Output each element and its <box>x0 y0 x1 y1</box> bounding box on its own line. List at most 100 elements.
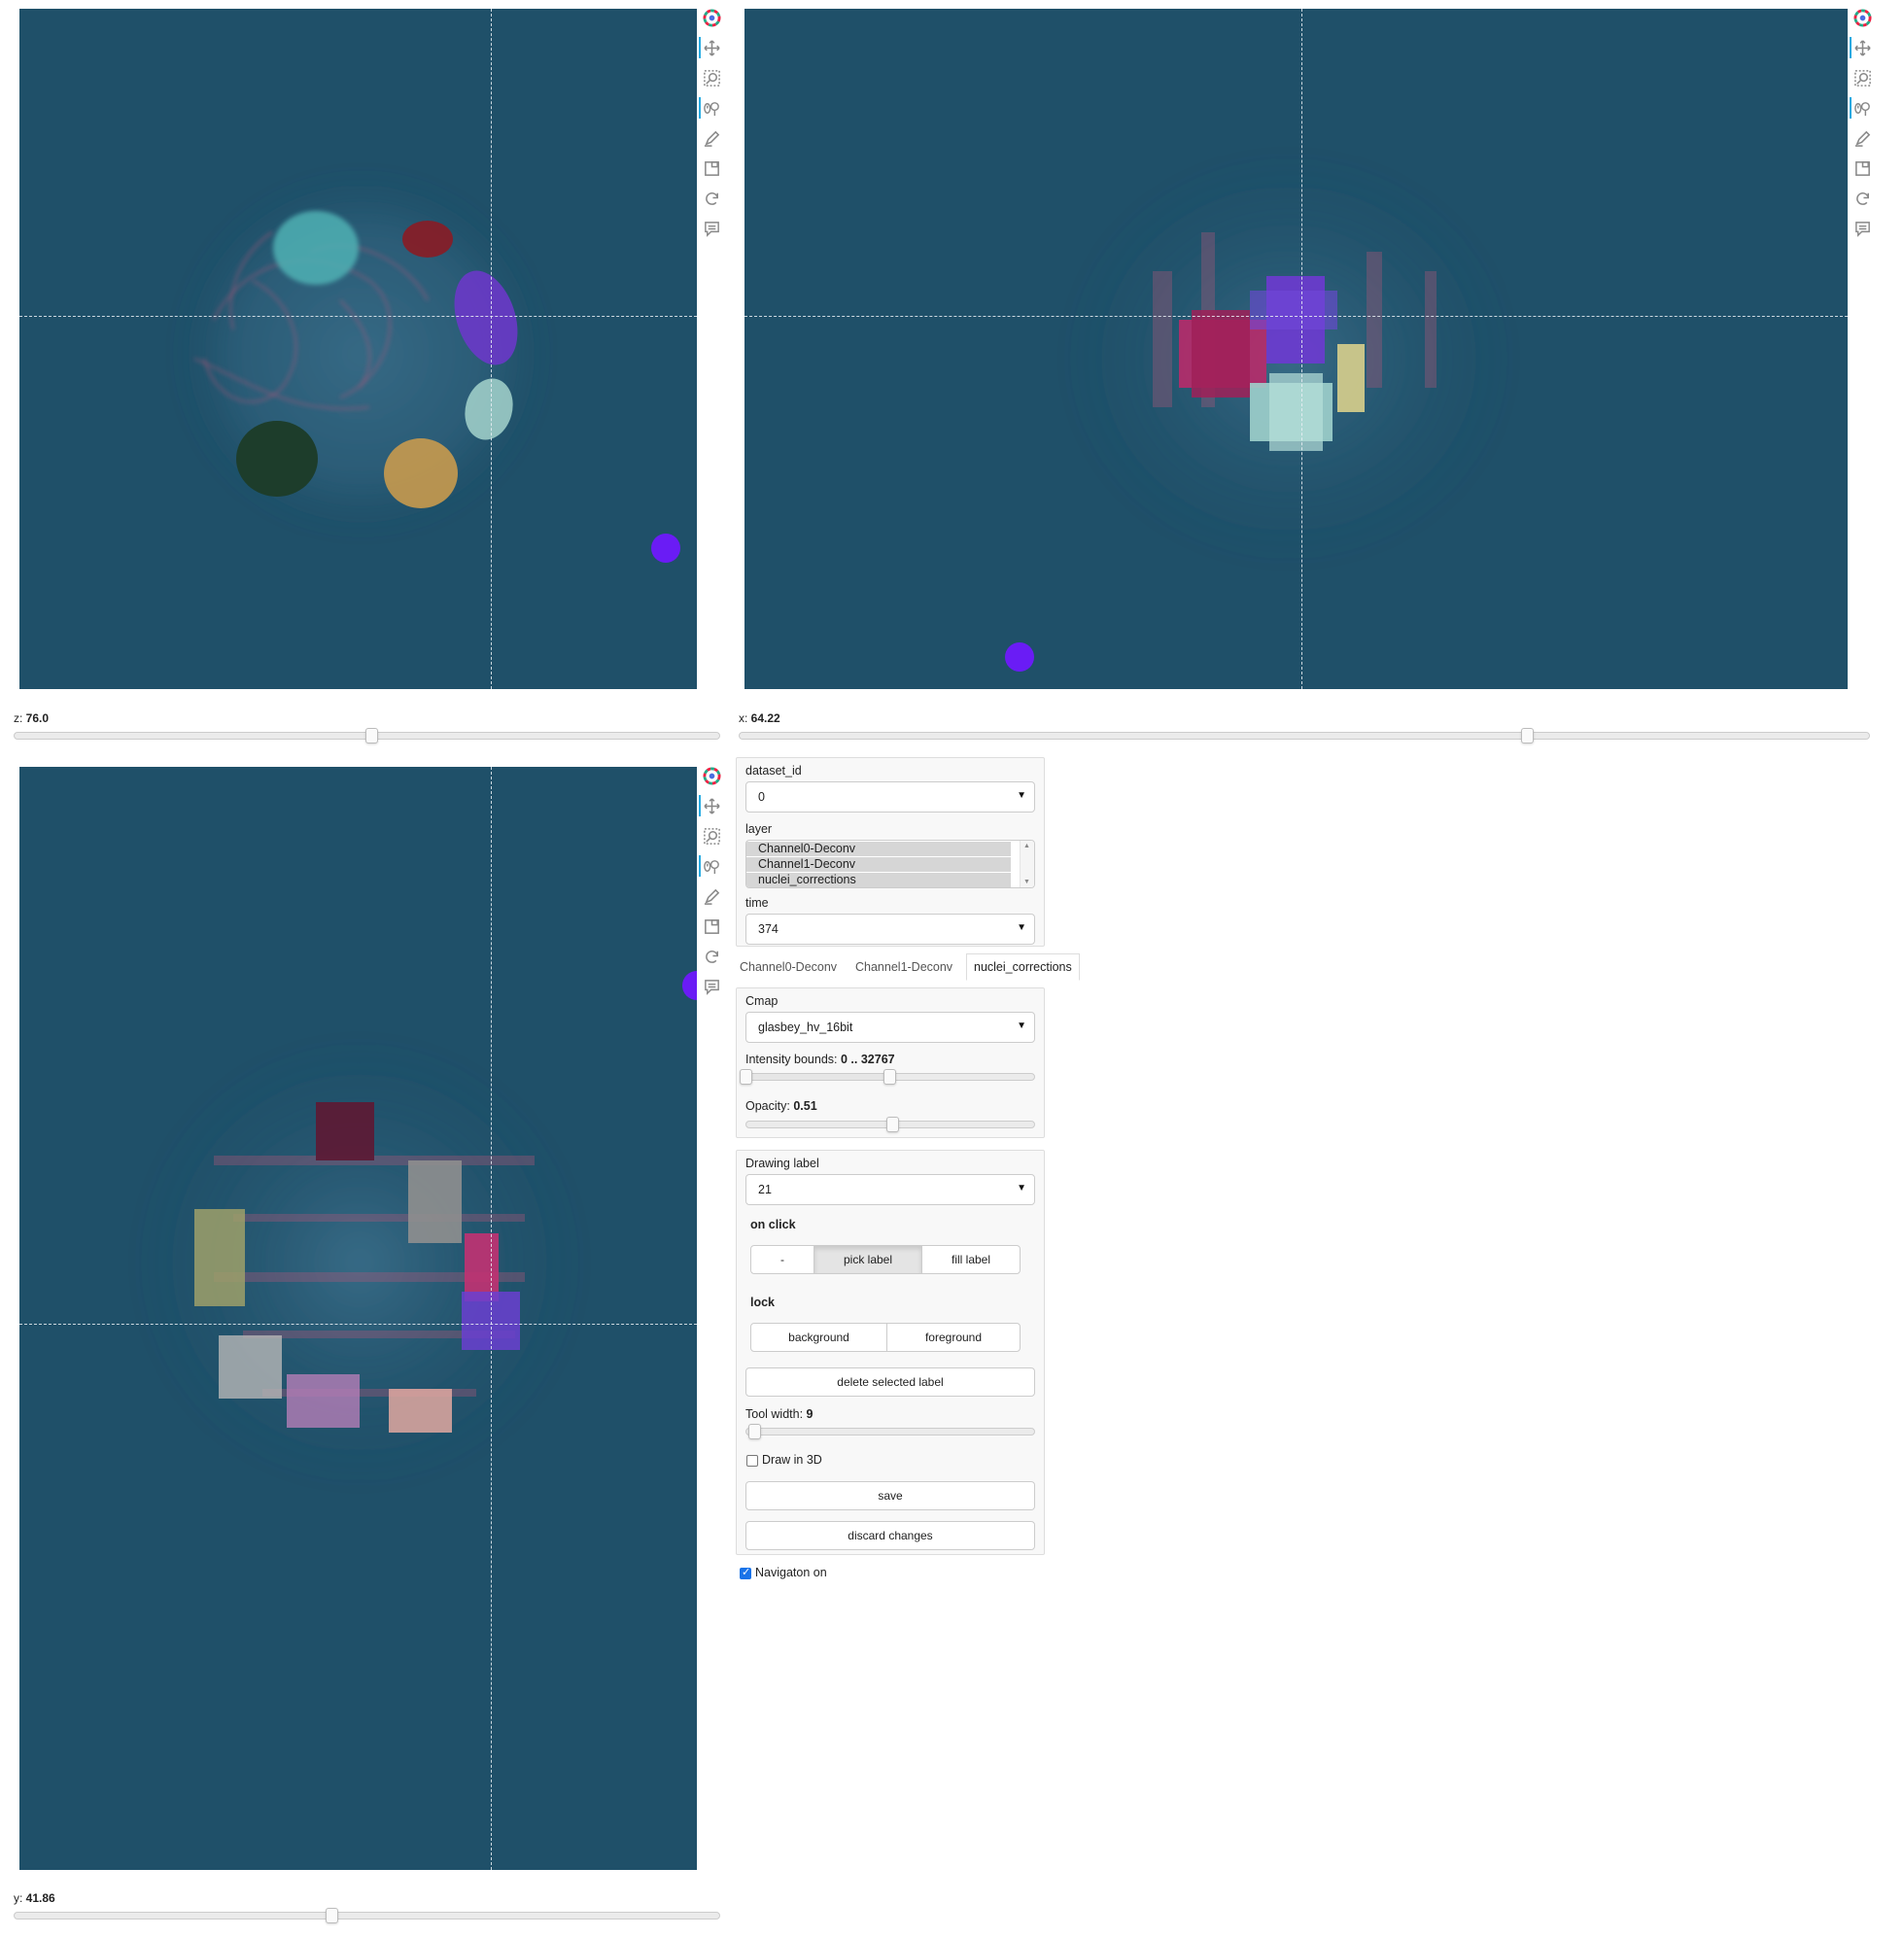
layer-option[interactable]: Channel0-Deconv <box>746 842 1011 856</box>
chevron-down-icon: ▼ <box>1017 1183 1026 1193</box>
reset-icon[interactable] <box>701 946 722 967</box>
intensity-range-fill <box>746 1074 890 1080</box>
reset-icon[interactable] <box>1852 188 1873 209</box>
box-zoom-icon[interactable] <box>701 825 722 847</box>
save-icon[interactable] <box>701 157 722 179</box>
crosshair-horizontal <box>19 316 697 317</box>
lock-foreground-button[interactable]: foreground <box>886 1323 1021 1352</box>
crosshair-vertical <box>1301 9 1302 689</box>
y-slice-image-panel[interactable] <box>19 767 697 1870</box>
tab-channel0-deconv[interactable]: Channel0-Deconv <box>733 953 844 981</box>
save-icon[interactable] <box>701 916 722 937</box>
cursor-marker[interactable] <box>651 534 680 563</box>
scroll-down-icon[interactable]: ▼ <box>1023 879 1030 885</box>
dataset-label: dataset_id <box>745 764 802 778</box>
y-slider-handle[interactable] <box>325 1908 338 1923</box>
wheel-zoom-icon[interactable] <box>701 97 722 119</box>
draw-3d-checkbox[interactable] <box>746 1455 758 1467</box>
hover-icon[interactable] <box>701 976 722 997</box>
crosshair-horizontal <box>744 316 1848 317</box>
lock-background-button[interactable]: background <box>750 1323 887 1352</box>
layer-multiselect[interactable]: Channel0-Deconv Channel1-Deconv nuclei_c… <box>745 840 1035 888</box>
time-select-value: 374 <box>758 922 779 936</box>
save-icon[interactable] <box>1852 157 1873 179</box>
layer-scrollbar[interactable]: ▲ ▼ <box>1020 841 1034 887</box>
opacity-handle[interactable] <box>885 1117 899 1132</box>
navigation-label: Navigaton on <box>755 1566 827 1579</box>
x-slider[interactable] <box>739 728 1870 744</box>
layer-option[interactable]: Channel1-Deconv <box>746 857 1011 872</box>
dataset-selection-box: dataset_id 0 ▼ layer Channel0-Deconv Cha… <box>736 757 1045 947</box>
z-slider-handle[interactable] <box>365 728 379 744</box>
intensity-min-handle[interactable] <box>740 1069 752 1085</box>
on-click-none-button[interactable]: - <box>750 1245 814 1274</box>
cmap-select[interactable]: glasbey_hv_16bit ▼ <box>745 1012 1035 1043</box>
z-slider[interactable] <box>14 728 720 744</box>
draw-3d-label: Draw in 3D <box>762 1453 822 1467</box>
pan-icon[interactable] <box>701 37 722 58</box>
cursor-marker[interactable] <box>1005 642 1034 672</box>
pan-icon[interactable] <box>1852 37 1873 58</box>
hover-icon[interactable] <box>701 218 722 239</box>
y-slider-label: y: 41.86 <box>14 1891 55 1905</box>
opacity-label: Opacity: 0.51 <box>745 1099 817 1113</box>
delete-selected-label-button[interactable]: delete selected label <box>745 1367 1035 1397</box>
bokeh-logo-icon <box>701 7 722 28</box>
dataset-select[interactable]: 0 ▼ <box>745 781 1035 813</box>
y-slider[interactable] <box>14 1908 720 1923</box>
tab-nuclei-corrections[interactable]: nuclei_corrections <box>966 953 1080 981</box>
crosshair-horizontal <box>19 1324 697 1325</box>
x-slice-image-panel[interactable] <box>744 9 1848 689</box>
scroll-up-icon[interactable]: ▲ <box>1023 843 1030 849</box>
opacity-slider[interactable] <box>745 1117 1035 1132</box>
freehand-draw-icon[interactable] <box>701 127 722 149</box>
reset-icon[interactable] <box>701 188 722 209</box>
on-click-pick-label-button[interactable]: pick label <box>814 1245 922 1274</box>
intensity-bounds-label: Intensity bounds: 0 .. 32767 <box>745 1053 895 1066</box>
hover-icon[interactable] <box>1852 218 1873 239</box>
lock-label: lock <box>750 1296 776 1309</box>
cmap-label: Cmap <box>745 994 779 1008</box>
freehand-draw-icon[interactable] <box>701 885 722 907</box>
x-slider-handle[interactable] <box>1521 728 1535 744</box>
z-panel-toolbar <box>699 7 724 248</box>
tool-width-handle[interactable] <box>747 1424 761 1439</box>
freehand-draw-icon[interactable] <box>1852 127 1873 149</box>
chevron-down-icon: ▼ <box>1017 1020 1026 1031</box>
chevron-down-icon: ▼ <box>1017 922 1026 933</box>
save-button[interactable]: save <box>745 1481 1035 1510</box>
y-slice-image <box>136 1039 583 1486</box>
crosshair-vertical <box>491 767 492 1870</box>
crosshair-vertical <box>491 9 492 689</box>
dataset-select-value: 0 <box>758 790 765 804</box>
intensity-bounds-slider[interactable] <box>740 1069 1035 1085</box>
bokeh-logo-icon <box>701 765 722 786</box>
layer-option[interactable]: nuclei_corrections <box>746 873 1011 887</box>
discard-changes-button[interactable]: discard changes <box>745 1521 1035 1550</box>
cmap-select-value: glasbey_hv_16bit <box>758 1020 853 1034</box>
z-slice-image <box>177 174 546 534</box>
intensity-max-handle[interactable] <box>883 1069 896 1085</box>
tool-width-slider[interactable] <box>745 1424 1035 1439</box>
tab-channel1-deconv[interactable]: Channel1-Deconv <box>848 953 959 981</box>
x-panel-toolbar <box>1850 7 1875 248</box>
x-slider-label: x: 64.22 <box>739 711 780 725</box>
tool-width-label: Tool width: 9 <box>745 1407 814 1421</box>
layer-label: layer <box>745 822 773 836</box>
on-click-label: on click <box>750 1218 796 1231</box>
wheel-zoom-icon[interactable] <box>701 855 722 877</box>
bokeh-logo-icon <box>1852 7 1873 28</box>
z-slice-image-panel[interactable] <box>19 9 697 689</box>
time-select[interactable]: 374 ▼ <box>745 914 1035 945</box>
box-zoom-icon[interactable] <box>701 67 722 88</box>
chevron-down-icon: ▼ <box>1017 790 1026 801</box>
pan-icon[interactable] <box>701 795 722 816</box>
navigation-checkbox[interactable] <box>740 1566 751 1579</box>
wheel-zoom-icon[interactable] <box>1852 97 1873 119</box>
drawing-label-value: 21 <box>758 1183 772 1196</box>
drawing-label-select[interactable]: 21 ▼ <box>745 1174 1035 1205</box>
box-zoom-icon[interactable] <box>1852 67 1873 88</box>
time-label: time <box>745 896 769 910</box>
on-click-fill-label-button[interactable]: fill label <box>921 1245 1021 1274</box>
editing-settings-box: Drawing label 21 ▼ on click - pick label… <box>736 1150 1045 1555</box>
